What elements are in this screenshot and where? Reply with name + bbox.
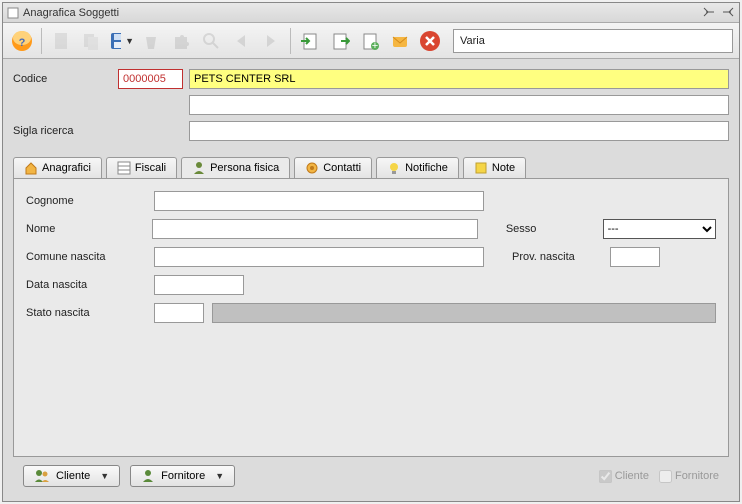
tab-label: Notifiche [405, 162, 448, 174]
toolbar: ? ▼ + [3, 23, 739, 59]
footer: Cliente ▼ Fornitore ▼ Cliente Fornitore [13, 457, 729, 495]
fornitore-label: Fornitore [161, 470, 205, 482]
tab-label: Persona fisica [210, 162, 279, 174]
new-button[interactable] [48, 28, 74, 54]
chevron-down-icon: ▼ [215, 471, 224, 481]
import-button[interactable] [297, 28, 323, 54]
sesso-label: Sesso [506, 223, 595, 235]
prev-button[interactable] [228, 28, 254, 54]
tab-note[interactable]: Note [463, 157, 526, 178]
chevron-down-icon: ▼ [100, 471, 109, 481]
user-icon [141, 469, 155, 483]
tab-label: Fiscali [135, 162, 166, 174]
tab-anagrafici[interactable]: Anagrafici [13, 157, 102, 178]
prov-label: Prov. nascita [512, 251, 602, 263]
tab-persona-fisica[interactable]: Persona fisica [181, 157, 290, 178]
tab-contatti[interactable]: Contatti [294, 157, 372, 178]
sigla-label: Sigla ricerca [13, 125, 118, 137]
tab-bar: Anagrafici Fiscali Persona fisica Contat… [13, 157, 729, 178]
window-title: Anagrafica Soggetti [23, 7, 700, 19]
tab-label: Note [492, 162, 515, 174]
app-icon [7, 7, 19, 19]
bulb-icon [387, 161, 401, 175]
maximize-icon[interactable] [721, 4, 735, 18]
stato-desc-field [212, 303, 716, 323]
home-icon [24, 161, 38, 175]
target-icon [305, 161, 319, 175]
nome-input[interactable] [152, 219, 478, 239]
chevron-down-icon: ▼ [125, 36, 134, 46]
next-button[interactable] [258, 28, 284, 54]
tab-notifiche[interactable]: Notifiche [376, 157, 459, 178]
save-button[interactable]: ▼ [108, 28, 134, 54]
cliente-chk-label: Cliente [615, 470, 649, 482]
grid-icon [117, 161, 131, 175]
comune-input[interactable] [154, 247, 484, 267]
users-icon [34, 469, 50, 483]
fornitore-chk-label: Fornitore [675, 470, 719, 482]
copy-button[interactable] [78, 28, 104, 54]
fornitore-checkbox-input [659, 470, 672, 483]
secondary-name-input[interactable] [189, 95, 729, 115]
help-button[interactable]: ? [9, 28, 35, 54]
prov-input[interactable] [610, 247, 660, 267]
puzzle-button[interactable] [168, 28, 194, 54]
sigla-input[interactable] [189, 121, 729, 141]
data-nascita-label: Data nascita [26, 279, 146, 291]
nome-label: Nome [26, 223, 144, 235]
sesso-select[interactable]: --- [603, 219, 716, 239]
cliente-label: Cliente [56, 470, 90, 482]
fornitore-dropdown[interactable]: Fornitore ▼ [130, 465, 235, 487]
fornitore-checkbox: Fornitore [659, 470, 719, 483]
titlebar: Anagrafica Soggetti [3, 3, 739, 23]
mail-button[interactable] [387, 28, 413, 54]
close-button[interactable] [417, 28, 443, 54]
data-nascita-input[interactable] [154, 275, 244, 295]
person-icon [192, 161, 206, 175]
tab-label: Anagrafici [42, 162, 91, 174]
status-field[interactable] [453, 29, 733, 53]
stato-label: Stato nascita [26, 307, 146, 319]
tab-fiscali[interactable]: Fiscali [106, 157, 177, 178]
add-doc-button[interactable]: + [357, 28, 383, 54]
window-buttons [700, 4, 735, 21]
svg-text:+: + [372, 40, 378, 51]
cliente-checkbox-input [599, 470, 612, 483]
content-area: Codice Sigla ricerca Anagrafici Fiscali [3, 59, 739, 501]
export-button[interactable] [327, 28, 353, 54]
cognome-input[interactable] [154, 191, 484, 211]
tab-label: Contatti [323, 162, 361, 174]
delete-button[interactable] [138, 28, 164, 54]
cognome-label: Cognome [26, 195, 146, 207]
stato-code-input[interactable] [154, 303, 204, 323]
cliente-dropdown[interactable]: Cliente ▼ [23, 465, 120, 487]
comune-label: Comune nascita [26, 251, 146, 263]
window: Anagrafica Soggetti ? ▼ + Codice [2, 2, 740, 502]
cliente-checkbox: Cliente [599, 470, 649, 483]
codice-label: Codice [13, 73, 118, 85]
codice-input[interactable] [118, 69, 183, 89]
restore-icon[interactable] [702, 4, 716, 18]
note-icon [474, 161, 488, 175]
search-button[interactable] [198, 28, 224, 54]
name-input[interactable] [189, 69, 729, 89]
svg-text:?: ? [19, 37, 26, 49]
tab-panel-persona-fisica: Cognome Nome Sesso --- Comune nascita Pr… [13, 178, 729, 457]
